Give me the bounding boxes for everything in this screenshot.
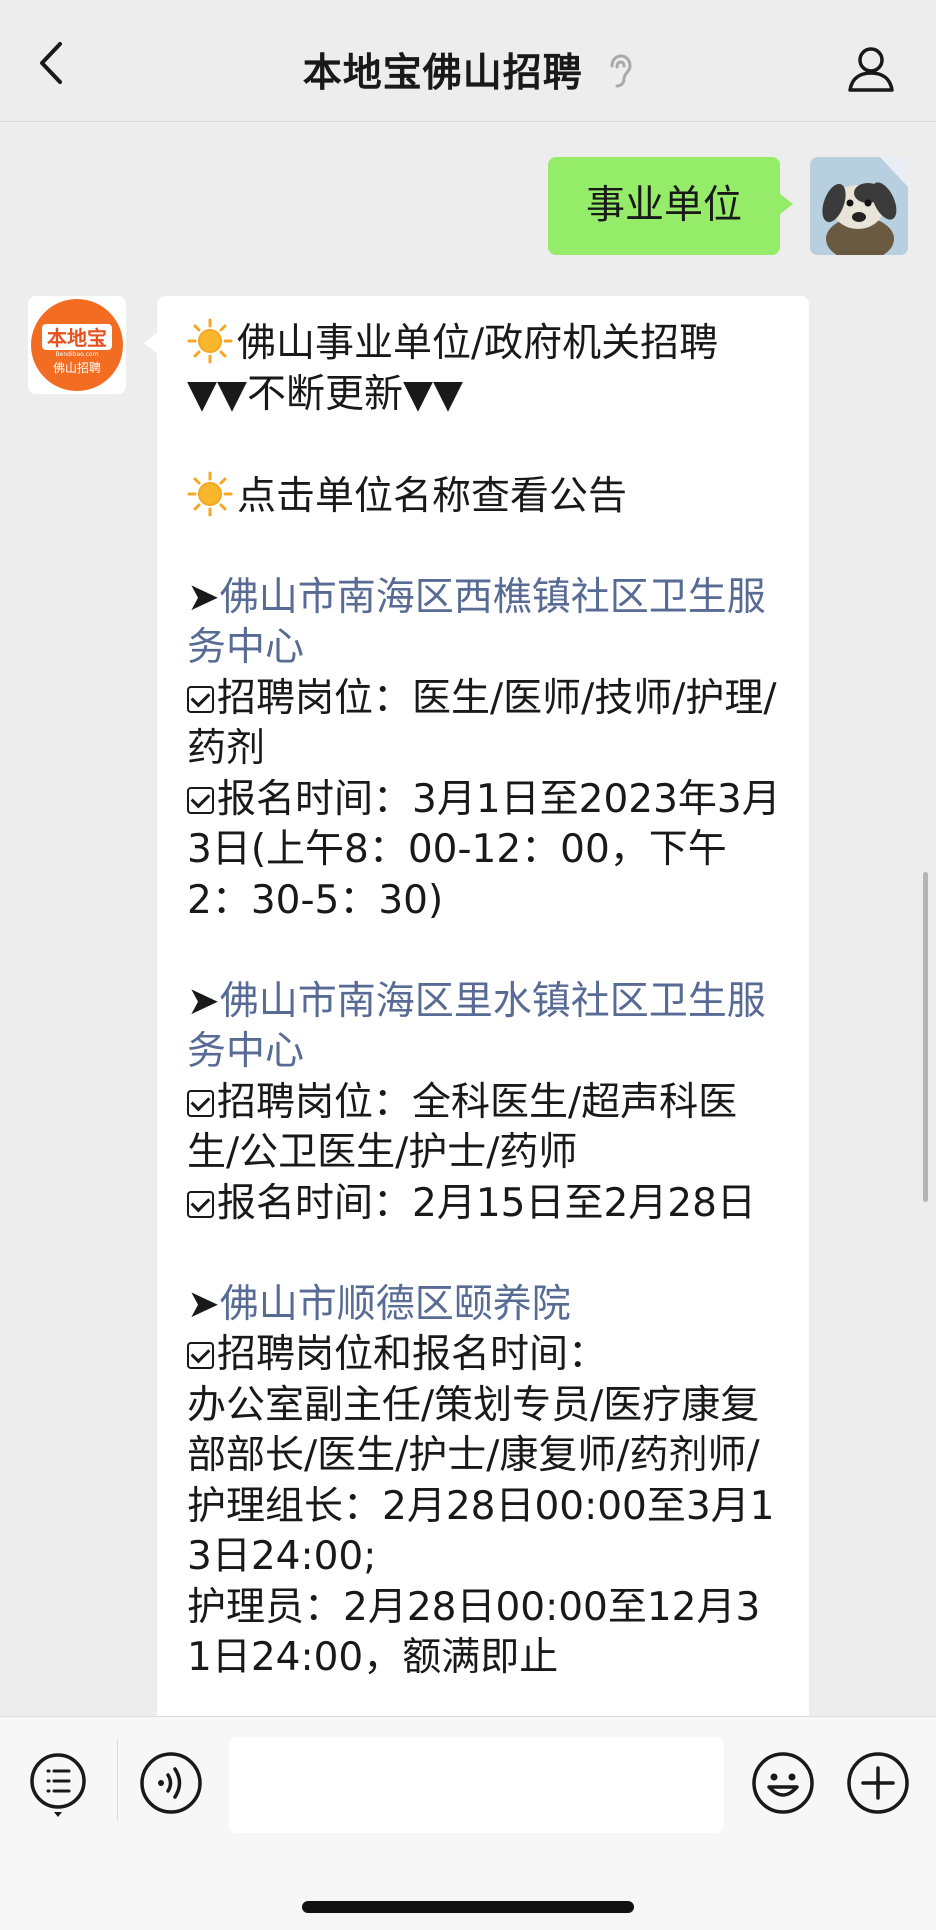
job-posts: 招聘岗位：全科医生/超声科医生/公卫医生/护士/药师 bbox=[187, 1078, 781, 1179]
plus-button[interactable] bbox=[846, 1751, 910, 1815]
employer-link[interactable]: 佛山市顺德区颐养院 bbox=[220, 1282, 571, 1327]
input-bar bbox=[0, 1716, 936, 1930]
hint-block: 点击单位名称查看公告 bbox=[187, 471, 781, 523]
arrow-icon: ➤ bbox=[187, 1281, 220, 1327]
intro-title: 佛山事业单位/政府机关招聘 bbox=[237, 321, 719, 366]
job-entry-title: ➤佛山市南海区西樵镇社区卫生服务中心 bbox=[187, 573, 781, 674]
plush-dog-avatar-image bbox=[810, 157, 908, 255]
sun-icon bbox=[187, 471, 233, 516]
checkbox-icon bbox=[187, 1190, 214, 1218]
arrow-icon: ➤ bbox=[187, 978, 220, 1024]
checkbox-icon bbox=[187, 1342, 214, 1369]
reply-bubble[interactable]: 佛山事业单位/政府机关招聘 ▼▼不断更新▼▼ 点击单位名称查看公告 ➤佛山市南海… bbox=[144, 296, 809, 1716]
logo-url-text: Bendibao.com bbox=[55, 351, 99, 358]
sun-icon bbox=[187, 318, 233, 364]
profile-icon bbox=[848, 47, 894, 92]
job-time-text: 报名时间：2月15日至2月28日 bbox=[217, 1180, 756, 1226]
job-detail: 办公室副主任/策划专员/医疗康复部部长/医生/护士/康复师/药剂师/护理组长：2… bbox=[187, 1382, 775, 1580]
checkbox-icon bbox=[187, 685, 214, 713]
emoji-icon bbox=[752, 1752, 814, 1814]
job-entry: ➤佛山市顺德区颐养院 招聘岗位和报名时间： 办公室副主任/策划专员/医疗康复部部… bbox=[187, 1280, 781, 1684]
hint-text: 点击单位名称查看公告 bbox=[237, 473, 628, 519]
message-input[interactable] bbox=[229, 1737, 724, 1833]
toolbar-divider bbox=[117, 1739, 118, 1821]
job-posts: 招聘岗位：医生/医师/技师/护理/药剂 bbox=[187, 674, 781, 775]
ear-icon bbox=[607, 53, 633, 98]
chat-title-wrap: 本地宝佛山招聘 bbox=[0, 42, 936, 98]
job-entry: ➤佛山市南海区里水镇社区卫生服务中心 招聘岗位：全科医生/超声科医生/公卫医生/… bbox=[187, 977, 781, 1230]
official-account-avatar[interactable]: 本地宝 Bendibao.com 佛山招聘 bbox=[28, 296, 126, 394]
employer-link[interactable]: 佛山市南海区里水镇社区卫生服务中心 bbox=[187, 979, 766, 1075]
voice-icon bbox=[140, 1752, 202, 1814]
job-posts-text: 招聘岗位：全科医生/超声科医生/公卫医生/护士/药师 bbox=[187, 1079, 738, 1176]
scrollbar[interactable] bbox=[923, 872, 928, 1202]
hint-line: 点击单位名称查看公告 bbox=[187, 471, 781, 523]
my-message[interactable]: 事业单位 bbox=[547, 157, 794, 255]
employer-link[interactable]: 佛山市南海区西樵镇社区卫生服务中心 bbox=[187, 575, 766, 671]
checkbox-icon bbox=[187, 1089, 214, 1117]
menu-list-icon bbox=[30, 1753, 86, 1817]
job-time: 报名时间：2月15日至2月28日 bbox=[187, 1179, 781, 1230]
profile-button[interactable] bbox=[846, 44, 896, 94]
job-time-text: 报名时间：3月1日至2023年3月3日(上午8：00-12：00，下午2：30-… bbox=[187, 776, 781, 923]
logo-caption-text: 佛山招聘 bbox=[52, 361, 101, 375]
job-entry-title: ➤佛山市南海区里水镇社区卫生服务中心 bbox=[187, 977, 781, 1078]
update-note: ▼▼不断更新▼▼ bbox=[187, 371, 463, 417]
menu-button[interactable] bbox=[28, 1751, 88, 1819]
emoji-button[interactable] bbox=[751, 1751, 815, 1815]
chat-area[interactable]: 事业单位 本地宝 Bendibao.com 佛山招聘 佛山事业单位/政府机关招聘… bbox=[0, 122, 936, 1716]
intro-block: 佛山事业单位/政府机关招聘 ▼▼不断更新▼▼ bbox=[187, 318, 781, 420]
my-message-bubble[interactable]: 事业单位 bbox=[547, 157, 794, 255]
job-posts: 招聘岗位和报名时间： bbox=[187, 1330, 781, 1381]
checkbox-icon bbox=[187, 786, 214, 814]
job-detail: 护理员：2月28日00:00至12月31日24:00，额满即止 bbox=[187, 1584, 761, 1681]
logo-brand-text: 本地宝 bbox=[47, 326, 107, 350]
my-avatar[interactable] bbox=[810, 157, 908, 255]
job-posts-text: 招聘岗位和报名时间： bbox=[217, 1332, 608, 1377]
chat-header: 本地宝佛山招聘 bbox=[0, 0, 936, 122]
chat-title: 本地宝佛山招聘 bbox=[302, 51, 583, 96]
intro-line: 佛山事业单位/政府机关招聘 bbox=[187, 318, 781, 370]
voice-button[interactable] bbox=[139, 1751, 203, 1815]
job-entry-title: ➤佛山市顺德区颐养院 bbox=[187, 1280, 781, 1331]
arrow-icon: ➤ bbox=[187, 574, 220, 620]
plus-icon bbox=[847, 1752, 909, 1814]
home-indicator[interactable] bbox=[302, 1901, 634, 1913]
job-time: 报名时间：3月1日至2023年3月3日(上午8：00-12：00，下午2：30-… bbox=[187, 775, 781, 927]
job-entry: ➤佛山市南海区西樵镇社区卫生服务中心 招聘岗位：医生/医师/技师/护理/药剂 报… bbox=[187, 573, 781, 927]
job-posts-text: 招聘岗位：医生/医师/技师/护理/药剂 bbox=[187, 675, 777, 772]
